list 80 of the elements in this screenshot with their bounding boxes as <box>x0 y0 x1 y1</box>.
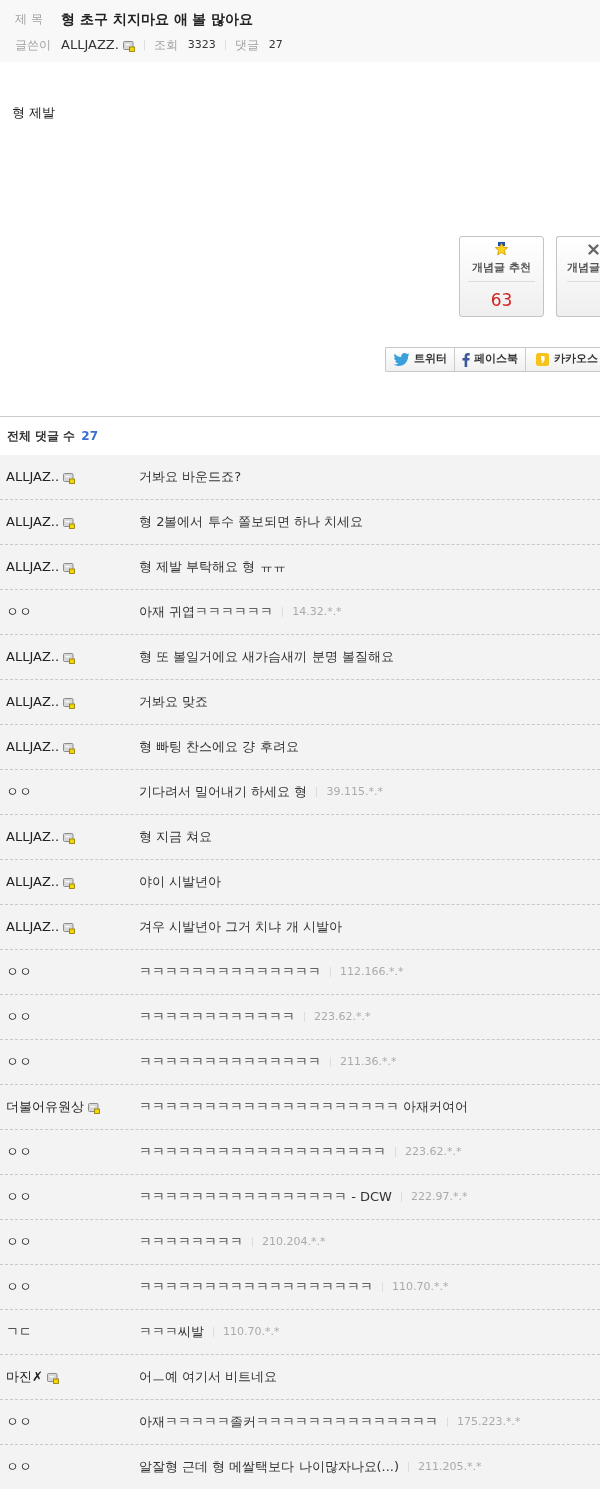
comment-text: ㅋㅋㅋㅋㅋㅋㅋㅋㅋㅋㅋㅋㅋㅋㅋㅋ - DCW <box>139 1188 392 1207</box>
commenter-name: ㅇㅇ <box>6 783 32 802</box>
ip-address: 211.36.*.* <box>340 1053 397 1070</box>
share-button[interactable]: 페이스북 <box>455 348 526 371</box>
comment-text: ㅋㅋㅋㅋㅋㅋㅋㅋㅋㅋㅋㅋㅋㅋ <box>139 1053 321 1072</box>
comment-text: 형 제발 부탁해요 형 ㅠㅠ <box>139 558 286 577</box>
recommend-button[interactable]: 개념글 추천 63 <box>459 236 544 317</box>
comment-text: 아재 귀엽ㅋㅋㅋㅋㅋㅋ <box>139 603 274 622</box>
commenter-name: ㅇㅇ <box>6 603 32 622</box>
ip-address: 222.97.*.* <box>410 1188 468 1205</box>
commenter-name: ALLJAZ.. <box>6 738 60 757</box>
comment-text: ㅋㅋㅋㅋㅋㅋㅋㅋㅋㅋㅋㅋㅋㅋ <box>139 963 321 982</box>
comment-text: 어ㅡ예 여기서 비트네요 <box>139 1368 278 1387</box>
comment-text: 형 빠팅 찬스에요 걍 후려요 <box>139 738 299 757</box>
ip-address: 112.166.*.* <box>340 963 404 980</box>
comment-text: ㅋㅋㅋㅋㅋㅋㅋㅋㅋㅋㅋㅋㅋㅋㅋㅋㅋㅋㅋ <box>139 1143 386 1162</box>
ip-address: 110.70.*.* <box>392 1278 449 1295</box>
commenter-name: ALLJAZ.. <box>6 513 60 532</box>
commenter-name: ㄱㄷ <box>6 1323 32 1342</box>
commenter-name: 더불어유원상 <box>6 1098 84 1117</box>
commenter-name: ㅇㅇ <box>6 1413 32 1432</box>
comment-count: 27 <box>81 428 99 445</box>
ip-address: 175.223.*.* <box>457 1413 521 1430</box>
comment-text: 거봐요 바운드죠? <box>139 468 242 487</box>
comment-text: 형 또 볼일거에요 새가슴새끼 분명 볼질해요 <box>139 648 394 667</box>
commenter-name: ㅇㅇ <box>6 1143 32 1162</box>
author-name: ALLJAZZ. <box>61 36 119 55</box>
ip-address: 223.62.*.* <box>405 1143 462 1160</box>
commenter-name: ㅇㅇ <box>6 1233 32 1252</box>
commenter-name: ALLJAZ.. <box>6 648 60 667</box>
f-logo-icon <box>462 352 470 367</box>
comment-text: ㅋㅋㅋㅋㅋㅋㅋㅋ <box>139 1233 243 1252</box>
commenter-name: ALLJAZ.. <box>6 693 60 712</box>
comments-label: 댓글 <box>234 37 259 54</box>
commenter-name: ㅇㅇ <box>6 1458 32 1477</box>
comment-text: ㅋㅋㅋㅋㅋㅋㅋㅋㅋㅋㅋㅋㅋㅋㅋㅋㅋㅋㅋㅋ 아재커여어 <box>139 1098 469 1117</box>
commenter-name: ALLJAZ.. <box>6 558 60 577</box>
title-label: 제 목 <box>15 11 44 28</box>
comment-text: ㅋㅋㅋ씨발 <box>139 1323 204 1342</box>
commenter-name: ㅇㅇ <box>6 1188 32 1207</box>
share-button[interactable]: 카카오스 <box>526 348 600 371</box>
comment-text: 알잘형 근데 형 메쌀택보다 나이많자나요(...) <box>139 1458 400 1477</box>
speech-mark-icon <box>536 353 549 366</box>
commenter-name: ALLJAZ.. <box>6 828 60 847</box>
commenter-name: ㅇㅇ <box>6 1008 32 1027</box>
ip-address: 14.32.*.* <box>292 603 342 620</box>
ip-address: 39.115.*.* <box>326 783 383 800</box>
ip-address: 223.62.*.* <box>314 1008 371 1025</box>
comment-text: 형 2볼에서 투수 쫄보되면 하나 치세요 <box>139 513 363 532</box>
comments-count: 27 <box>268 36 283 53</box>
comment-text: 기다려서 밀어내기 하세요 형 <box>139 783 308 802</box>
commenter-name: ALLJAZ.. <box>6 468 60 487</box>
comment-count-label: 전체 댓글 수 <box>7 428 76 445</box>
views-label: 조회 <box>153 37 178 54</box>
post-body-text: 형 제발 <box>12 104 56 122</box>
comment-text: ㅋㅋㅋㅋㅋㅋㅋㅋㅋㅋㅋㅋㅋㅋㅋㅋㅋㅋ <box>139 1278 373 1297</box>
commenter-name: ALLJAZ.. <box>6 873 60 892</box>
ip-address: 110.70.*.* <box>223 1323 280 1340</box>
commenter-name: ㅇㅇ <box>6 963 32 982</box>
ip-address: 211.205.*.* <box>418 1458 482 1475</box>
commenter-name: ALLJAZ.. <box>6 918 60 937</box>
x-icon <box>588 244 599 255</box>
ip-address: 210.204.*.* <box>262 1233 326 1250</box>
commenter-name: ㅇㅇ <box>6 1278 32 1297</box>
comment-text: 형 지금 쳐요 <box>139 828 213 847</box>
author-label: 글쓴이 <box>15 37 52 54</box>
bird-icon <box>393 353 410 366</box>
comment-text: 거봐요 맞죠 <box>139 693 209 712</box>
not-recommend-button[interactable]: 개념글 <box>556 236 600 317</box>
star-icon <box>494 242 509 257</box>
share-button[interactable]: 트위터 <box>386 348 455 371</box>
vote-count: 63 <box>490 290 513 310</box>
commenter-name: ㅇㅇ <box>6 1053 32 1072</box>
comment-text: 아재ㅋㅋㅋㅋㅋ졸커ㅋㅋㅋㅋㅋㅋㅋㅋㅋㅋㅋㅋㅋㅋ <box>139 1413 438 1432</box>
comment-text: 야이 시발년아 <box>139 873 222 892</box>
views-count: 3323 <box>187 36 216 53</box>
commenter-name: 마진✗ <box>6 1368 43 1387</box>
comment-text: 겨우 시발년아 그거 치냐 개 시발아 <box>139 918 342 937</box>
comment-text: ㅋㅋㅋㅋㅋㅋㅋㅋㅋㅋㅋㅋ <box>139 1008 295 1027</box>
post-title: 형 초구 치지마요 애 볼 많아요 <box>61 9 254 29</box>
